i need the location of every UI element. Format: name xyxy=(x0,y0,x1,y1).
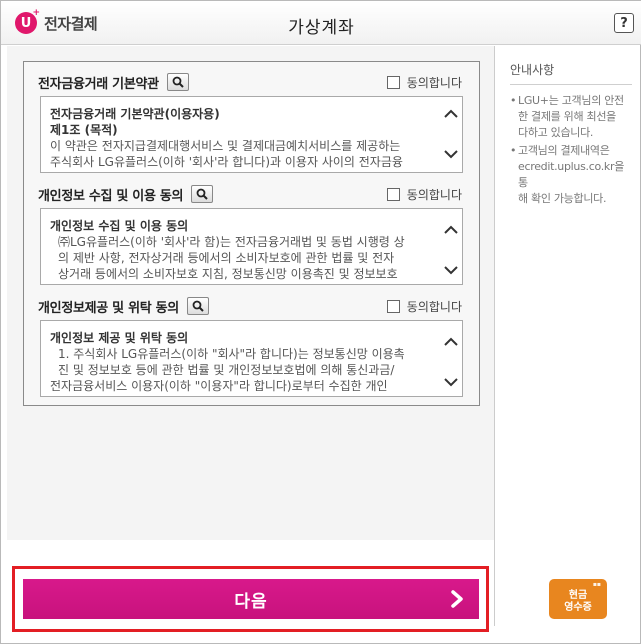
next-label: 다음 xyxy=(234,591,268,612)
notice-line: 다하고 있습니다. xyxy=(518,126,594,139)
notice-panel: 안내사항 • LGU+는 고객님의 안전 한 결제를 위해 최선을 다하고 있습… xyxy=(510,61,632,209)
agree-label: 동의합니다 xyxy=(406,188,462,202)
terms-text-basic[interactable]: 전자금융거래 기본약관(이용자용) 제1조 (목적) 이 약관은 전자지급결제대… xyxy=(40,96,463,173)
vertical-divider xyxy=(494,46,495,626)
next-button[interactable]: 다음 xyxy=(23,579,479,619)
terms-line: 1. 주식회사 LG유플러스(이하 "회사"라 합니다)는 정보통신망 이용촉 xyxy=(58,347,405,361)
terms-heading: 전자금융거래 기본약관(이용자용) xyxy=(50,107,220,121)
bullet-icon: • xyxy=(510,94,517,107)
terms-heading: 개인정보 제공 및 위탁 동의 xyxy=(50,331,189,345)
section-header-privacy-provision: 개인정보제공 및 위탁 동의 동의합니다 xyxy=(38,295,468,317)
bullet-icon: • xyxy=(510,144,517,157)
terms-line: 진 및 정보보호 등에 관한 법률 및 개인정보보호법에 의해 통신과금/ xyxy=(58,363,395,377)
notice-title: 안내사항 xyxy=(510,61,632,85)
notice-item: • LGU+는 고객님의 안전 한 결제를 위해 최선을 다하고 있습니다. xyxy=(510,93,632,141)
agree-checkbox[interactable]: 동의합니다 xyxy=(386,186,462,203)
terms-line: 전자금융서비스 이용자(이하 "이용자"라 합니다)로부터 수집한 개인 xyxy=(50,379,388,393)
terms-line: 이 약관은 전자지급결제대행서비스 및 결제대금예치서비스를 제공하는 xyxy=(50,139,401,153)
chevron-up-icon xyxy=(444,225,458,234)
agree-checkbox[interactable]: 동의합니다 xyxy=(386,74,462,91)
chevron-right-icon xyxy=(451,590,463,608)
chevron-down-icon xyxy=(444,378,458,387)
header: U 전자결제 가상계좌 ? xyxy=(1,1,641,45)
help-button[interactable]: ? xyxy=(614,13,634,33)
terms-text-privacy-provision[interactable]: 개인정보 제공 및 위탁 동의 1. 주식회사 LG유플러스(이하 "회사"라 … xyxy=(40,320,463,397)
section-header-privacy-collection: 개인정보 수집 및 이용 동의 동의합니다 xyxy=(38,183,468,205)
notice-line: 해 확인 가능합니다. xyxy=(518,192,607,205)
chevron-up-icon xyxy=(444,109,458,118)
notice-line: ecredit.uplus.co.kr을 통 xyxy=(518,160,625,189)
section-title: 전자금융거래 기본약관 xyxy=(38,76,159,92)
agree-label: 동의합니다 xyxy=(406,300,462,314)
checkbox-icon[interactable] xyxy=(386,188,400,201)
chevron-up-icon xyxy=(444,337,458,346)
chevron-down-icon xyxy=(444,266,458,275)
agree-label: 동의합니다 xyxy=(406,76,462,90)
page-title: 가상계좌 xyxy=(288,18,355,38)
magnifier-icon[interactable] xyxy=(186,297,209,315)
receipt-line1: 현금 xyxy=(568,590,588,601)
section-header-basic-terms: 전자금융거래 기본약관 동의합니다 xyxy=(38,71,468,93)
payment-window: U 전자결제 가상계좌 ? 전자금융거래 기본약관 동의합니다 전자금융거래 기… xyxy=(0,0,641,644)
cash-receipt-button[interactable]: ▪▪ 현금 영수증 xyxy=(549,579,607,619)
terms-heading: 개인정보 수집 및 이용 동의 xyxy=(50,219,189,233)
terms-line: 주식회사 LG유플러스(이하 '회사'라 합니다)과 이용자 사이의 전자금융 xyxy=(50,155,403,169)
chevron-down-icon xyxy=(444,150,458,159)
terms-text-privacy-collection[interactable]: 개인정보 수집 및 이용 동의 ㈜LG유플러스(이하 '회사'라 함)는 전자금… xyxy=(40,208,463,285)
notice-line: LGU+는 고객님의 안전 xyxy=(518,94,624,107)
terms-line: 의 제반 사항, 전자상거래 등에서의 소비자보호에 관한 법률 및 전자 xyxy=(58,251,395,265)
magnifier-icon[interactable] xyxy=(166,73,189,91)
checkbox-icon[interactable] xyxy=(386,76,400,89)
checkbox-icon[interactable] xyxy=(386,300,400,313)
notice-line: 고객님의 결제내역은 xyxy=(518,144,610,157)
terms-subheading: 제1조 (목적) xyxy=(50,123,118,137)
scroll-control[interactable] xyxy=(443,109,459,159)
notice-item: • 고객님의 결제내역은 ecredit.uplus.co.kr을 통 해 확인… xyxy=(510,143,632,207)
receipt-badge-icon: ▪▪ xyxy=(592,581,601,588)
scroll-control[interactable] xyxy=(443,225,459,275)
section-title: 개인정보제공 및 위탁 동의 xyxy=(38,300,179,316)
terms-line: ㈜LG유플러스(이하 '회사'라 함)는 전자금융거래법 및 동법 시행령 상 xyxy=(58,235,405,249)
magnifier-icon[interactable] xyxy=(191,185,214,203)
terms-line: 상거래 등에서의 소비자보호 지침, 정보통신망 이용촉진 및 정보보호 xyxy=(58,267,398,281)
notice-line: 한 결제를 위해 최선을 xyxy=(518,110,616,123)
section-title: 개인정보 수집 및 이용 동의 xyxy=(38,188,184,204)
receipt-line2: 영수증 xyxy=(564,602,592,613)
agree-checkbox[interactable]: 동의합니다 xyxy=(386,298,462,315)
scroll-control[interactable] xyxy=(443,337,459,387)
